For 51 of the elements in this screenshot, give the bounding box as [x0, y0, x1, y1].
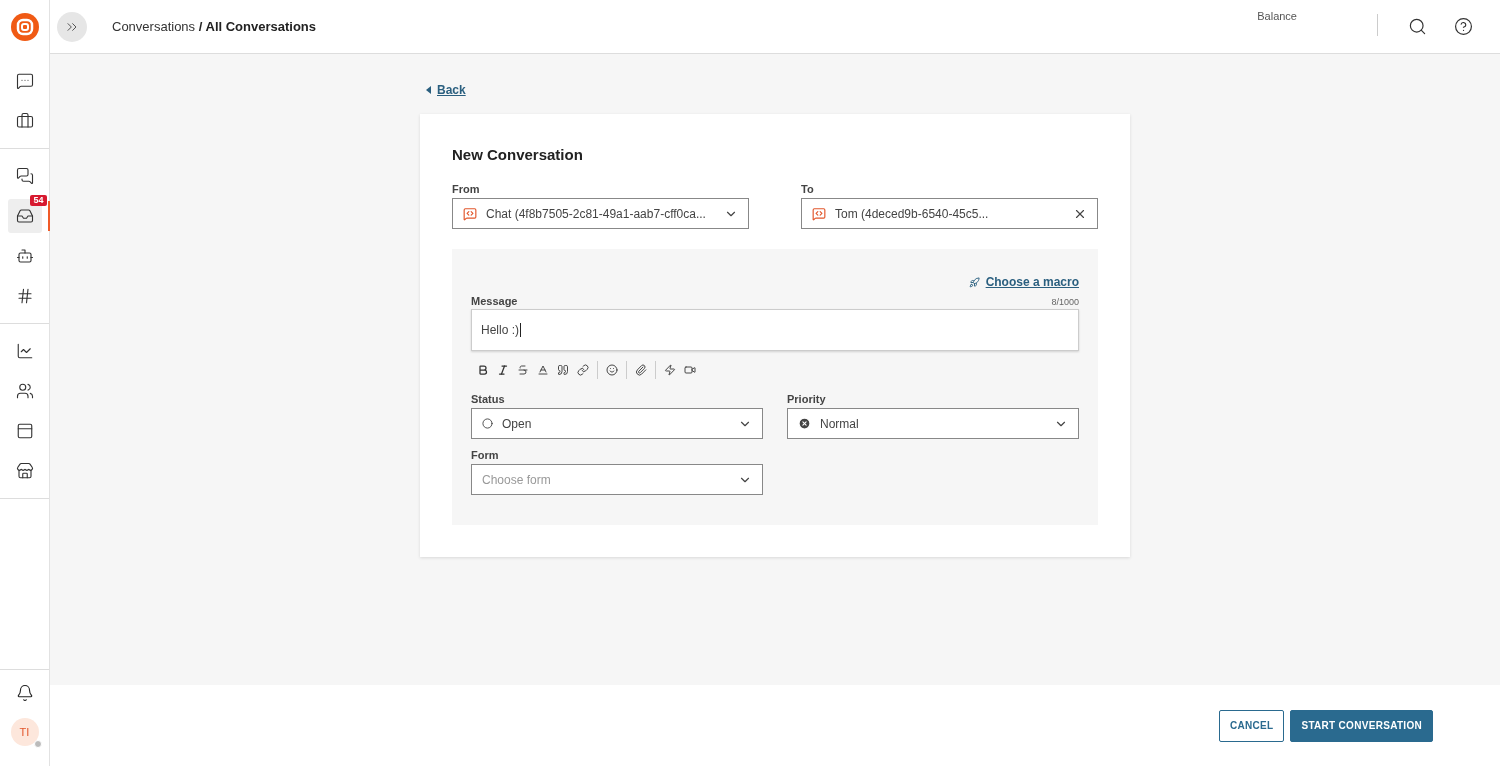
field-label: From [452, 183, 481, 195]
from-select[interactable]: Chat (4f8b7505-2c81-49a1-aab7-cff0ca... [452, 198, 749, 229]
cancel-button[interactable]: CANCEL [1218, 709, 1285, 742]
paperclip-button[interactable] [635, 364, 647, 376]
message-field[interactable]: Hello :) [471, 309, 1079, 351]
help-icon[interactable] [1454, 17, 1473, 36]
char-counter: 8/1000 [1051, 297, 1079, 307]
toolbox-icon [15, 112, 34, 130]
to-select[interactable]: Tom (4deced9b-6540-45c5... [801, 198, 1098, 229]
rocket-icon [968, 276, 980, 288]
channel-icon [812, 206, 826, 221]
breadcrumb: Conversations / All Conversations [112, 19, 317, 34]
text-color-button[interactable] [537, 364, 549, 376]
macro-link[interactable]: Choose a macro [985, 275, 1079, 289]
status-select[interactable]: Open [471, 408, 763, 439]
store-icon [15, 462, 34, 480]
x-circle-icon [798, 417, 811, 430]
hash-icon [15, 287, 34, 305]
channel-icon [463, 206, 477, 221]
strikethrough-button[interactable] [517, 364, 529, 376]
back-link[interactable]: Back [426, 82, 466, 98]
robot-icon [15, 247, 34, 265]
field-label: Form [471, 449, 500, 461]
chat-icon [15, 167, 34, 185]
video-button[interactable] [684, 364, 696, 376]
field-label: Priority [787, 393, 827, 405]
field-label: Message [471, 295, 518, 307]
chat-icon [15, 72, 34, 90]
inbox-icon [15, 207, 34, 225]
bell-icon[interactable] [15, 684, 34, 702]
people-icon [15, 382, 34, 400]
chart-icon [15, 342, 34, 360]
status-dot [33, 740, 42, 748]
count-badge: 54 [30, 195, 47, 206]
nav-item[interactable] [7, 199, 42, 233]
panel-icon [15, 422, 34, 440]
lightning-button[interactable] [664, 364, 676, 376]
priority-select[interactable]: Normal [787, 408, 1079, 439]
emoji-button[interactable] [606, 364, 618, 376]
bold-button[interactable] [477, 364, 489, 376]
circle-icon [482, 418, 493, 429]
form-title: New Conversation [452, 146, 584, 163]
field-label: Status [471, 393, 506, 405]
search-icon[interactable] [1408, 17, 1427, 36]
italic-button[interactable] [497, 364, 509, 376]
link-button[interactable] [577, 364, 589, 376]
balance-label: Balance [1257, 10, 1297, 22]
field-label: To [801, 183, 815, 195]
logo-icon [9, 12, 40, 42]
quote-button[interactable] [557, 364, 569, 376]
start-conversation-button[interactable]: START CONVERSATION [1290, 709, 1433, 742]
